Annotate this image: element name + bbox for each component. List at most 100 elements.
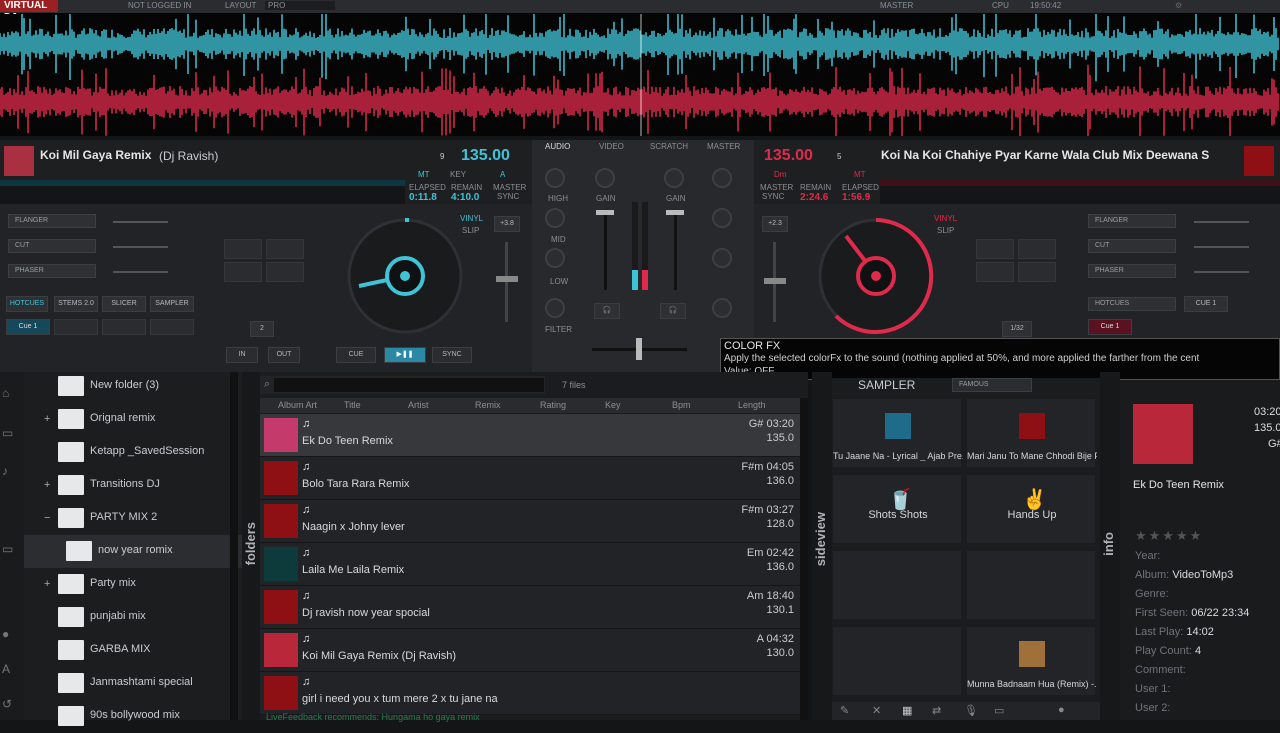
folder-icon[interactable]: ▭ (994, 704, 1004, 717)
folder-item[interactable]: punjabi mix (24, 601, 242, 634)
vinyl-toggle[interactable]: VINYL (460, 214, 483, 223)
folder-item[interactable]: + Party mix (24, 568, 242, 601)
deck-right-effect-select-3[interactable]: PHASER (1088, 264, 1176, 278)
folder-item[interactable]: + Transitions DJ (24, 469, 242, 502)
sync-button[interactable]: SYNC (432, 347, 472, 363)
rating-stars[interactable]: ★★★★★ (1135, 528, 1203, 544)
record-icon[interactable]: ● (1058, 704, 1065, 716)
mic-icon[interactable]: 🎙 (964, 704, 978, 717)
deck-left-key[interactable]: A (500, 170, 505, 179)
deck-right-vinyl-toggle[interactable]: VINYL (934, 214, 957, 223)
folder-item[interactable]: GARBA MIX (24, 634, 242, 667)
random-icon[interactable]: ⇄ (932, 704, 941, 717)
column-header-1[interactable]: Title (344, 400, 361, 410)
folder-item[interactable]: Ketapp _SavedSession (24, 436, 242, 469)
filter-icon[interactable]: ● (2, 627, 9, 641)
drive-icon[interactable]: ▭ (2, 426, 13, 440)
tab-video[interactable]: VIDEO (599, 142, 624, 151)
eq-mid-right[interactable] (712, 208, 732, 228)
gain-left[interactable] (595, 168, 615, 188)
deck-right-effect-select-2[interactable]: CUT (1088, 239, 1176, 253)
login-status[interactable]: NOT LOGGED IN (128, 1, 191, 10)
recommendation-bar[interactable]: LiveFeedback recommends: Hungama ho gaya… (266, 712, 480, 722)
deck-right-effect-slider-1[interactable] (1194, 221, 1249, 223)
column-header-5[interactable]: Key (605, 400, 621, 410)
sampler-pad[interactable]: Mari Janu To Mane Chhodi Bije P... (966, 398, 1097, 468)
deck-right-effect-select-1[interactable]: FLANGER (1088, 214, 1176, 228)
sampler-pad[interactable] (832, 626, 962, 696)
sampler-pad[interactable] (832, 550, 962, 620)
waveform-display[interactable] (0, 14, 1280, 136)
deck-right-overview[interactable] (880, 180, 1280, 186)
eq-high-right[interactable] (712, 168, 732, 188)
effect-select-2[interactable]: CUT (8, 239, 96, 253)
volume-fader-left[interactable] (604, 210, 607, 290)
grid-icon[interactable]: ▦ (902, 704, 912, 717)
crossfader-handle[interactable] (636, 338, 642, 360)
folder-item[interactable]: New folder (3) (24, 370, 242, 403)
pitch-slider[interactable] (505, 242, 508, 322)
effect-slider-2[interactable] (113, 246, 168, 248)
table-row[interactable]: ♫ Laila Me Laila Remix Em 02:42 136.0 (260, 543, 800, 586)
deck-right-hotcue-1[interactable]: Cue 1 (1088, 319, 1132, 335)
loop-in-button[interactable]: IN (226, 347, 258, 363)
deck-right-effect-slider-2[interactable] (1194, 246, 1249, 248)
table-row[interactable]: ♫ Bolo Tara Rara Remix F#m 04:05 136.0 (260, 457, 800, 500)
folder-item[interactable]: + Orignal remix (24, 403, 242, 436)
deck-right-key[interactable]: Dm (774, 170, 786, 179)
deck-right-tab-cue1[interactable]: CUE 1 (1184, 296, 1228, 312)
deck-right-pad-4[interactable] (1018, 262, 1056, 282)
track-list-scrollbar[interactable] (800, 398, 808, 720)
table-row[interactable]: ♫ girl i need you x tum mere 2 x tu jane… (260, 672, 800, 715)
pitch-slider-handle[interactable] (496, 276, 518, 282)
tab-master[interactable]: MASTER (707, 142, 740, 151)
folder-item[interactable]: 90s bollywood mix (24, 700, 242, 733)
tab-audio[interactable]: AUDIO (545, 142, 570, 151)
sampler-pad[interactable]: ✌ Hands Up (966, 474, 1096, 544)
deck-right-pad-2[interactable] (1018, 239, 1056, 259)
search-input[interactable] (274, 378, 544, 392)
headphone-right-icon[interactable]: 🎧 (660, 303, 686, 319)
playlist-icon[interactable]: A (2, 662, 10, 676)
filter-right[interactable] (712, 298, 732, 318)
expand-toggle[interactable]: + (44, 413, 50, 425)
deck-left-mt[interactable]: MT (418, 170, 430, 179)
sampler-pad[interactable]: Munna Badnaam Hua (Remix) -... (966, 626, 1097, 696)
volume-fader-right[interactable] (674, 210, 677, 290)
hotcue-1[interactable]: Cue 1 (6, 319, 50, 335)
play-button[interactable]: ▶❚❚ (384, 347, 426, 363)
column-header-0[interactable]: Album Art (278, 400, 317, 410)
pad-3[interactable] (224, 262, 262, 282)
expand-toggle[interactable]: + (44, 479, 50, 491)
sampler-pad[interactable] (966, 550, 1096, 620)
music-icon[interactable]: ♪ (2, 464, 8, 478)
jog-wheel-right[interactable] (816, 216, 936, 336)
video-icon[interactable]: ▭ (2, 542, 13, 556)
deck-right-loop-size[interactable]: 1/32 (1002, 321, 1032, 337)
expand-toggle[interactable]: − (44, 512, 50, 524)
eq-mid-left[interactable] (545, 208, 565, 228)
folder-item[interactable]: now year romix (24, 535, 242, 568)
sampler-pad[interactable]: 🥤 Shots Shots (832, 474, 962, 544)
table-row[interactable]: ♫ Naagin x Johny lever F#m 03:27 128.0 (260, 500, 800, 543)
effect-slider-3[interactable] (113, 271, 168, 273)
sampler-edit-icon[interactable]: ✎ (840, 704, 849, 717)
folder-scrollbar[interactable] (230, 372, 238, 720)
cue-button[interactable]: CUE (336, 347, 376, 363)
expand-toggle[interactable]: + (44, 578, 50, 590)
tab-hotcues[interactable]: HOTCUES (6, 296, 48, 312)
column-header-6[interactable]: Bpm (672, 400, 691, 410)
table-row[interactable]: ♫ Koi Mil Gaya Remix (Dj Ravish) A 04:32… (260, 629, 800, 672)
deck-left-overview[interactable] (0, 180, 405, 186)
hotcue-3[interactable] (102, 319, 146, 335)
history-icon[interactable]: ↺ (2, 697, 12, 711)
pad-1[interactable] (224, 239, 262, 259)
pad-2[interactable] (266, 239, 304, 259)
effect-select-1[interactable]: FLANGER (8, 214, 96, 228)
slip-toggle[interactable]: SLIP (462, 226, 479, 235)
eq-high-left[interactable] (545, 168, 565, 188)
effect-select-3[interactable]: PHASER (8, 264, 96, 278)
deck-right-pad-1[interactable] (976, 239, 1014, 259)
tab-sampler[interactable]: SAMPLER (150, 296, 194, 312)
filter-left[interactable] (545, 298, 565, 318)
